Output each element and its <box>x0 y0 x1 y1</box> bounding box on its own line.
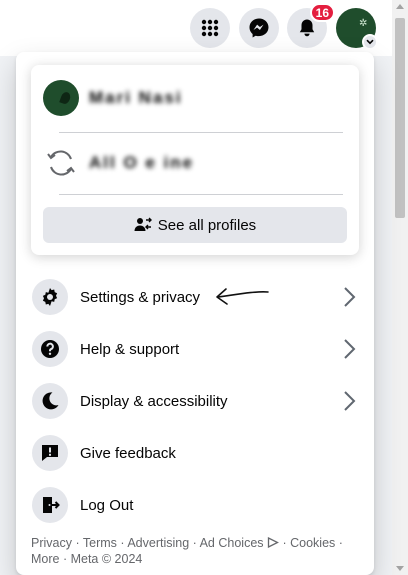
menu-item-help-support[interactable]: Help & support <box>24 325 366 373</box>
profiles-card: Mari Nasi All O e ine See all profiles <box>31 65 359 255</box>
gear-icon <box>32 279 68 315</box>
bell-icon <box>299 19 315 37</box>
profile-name: Mari Nasi <box>89 88 183 107</box>
scroll-down-arrow-icon[interactable] <box>396 566 404 571</box>
footer-link-privacy[interactable]: Privacy <box>31 536 72 550</box>
switch-profile-icon <box>43 145 79 181</box>
menu-item-label: Settings & privacy <box>80 288 201 306</box>
chevron-down-icon <box>362 34 378 50</box>
ad-choices-icon <box>267 536 279 549</box>
profile-name: All O e ine <box>89 153 195 172</box>
switch-profile-item[interactable]: All O e ine <box>43 139 347 187</box>
profile-avatar <box>43 80 79 116</box>
menu-item-display-accessibility[interactable]: Display & accessibility <box>24 377 366 425</box>
footer-link-more[interactable]: More <box>31 552 59 566</box>
logout-icon <box>32 487 68 523</box>
question-icon <box>32 331 68 367</box>
menu-item-label: Help & support <box>80 340 180 358</box>
footer-link-terms[interactable]: Terms <box>83 536 117 550</box>
profile-item[interactable]: Mari Nasi <box>43 74 347 122</box>
footer-link-ad-choices[interactable]: Ad Choices <box>200 536 264 550</box>
messenger-icon <box>249 18 269 38</box>
avatar-image: ✲ <box>359 18 368 29</box>
messenger-button[interactable] <box>239 8 279 48</box>
notifications-button[interactable]: 16 <box>287 3 335 48</box>
account-avatar-button[interactable]: ✲ <box>336 8 378 50</box>
menu-button[interactable] <box>190 8 230 48</box>
moon-icon <box>32 383 68 419</box>
chevron-right-icon <box>342 285 356 314</box>
annotation-arrow-icon <box>216 288 269 305</box>
chevron-right-icon <box>342 337 356 366</box>
footer-copyright: Meta © 2024 <box>70 552 143 566</box>
scroll-thumb[interactable] <box>395 18 405 218</box>
account-menu: Mari Nasi All O e ine See all profiles S… <box>16 52 374 575</box>
notification-count-badge: 16 <box>309 3 335 22</box>
menu-item-label: Give feedback <box>80 444 176 462</box>
menu-item-settings-privacy[interactable]: Settings & privacy <box>24 273 366 321</box>
page-scrollbar[interactable] <box>392 0 408 575</box>
footer-link-cookies[interactable]: Cookies <box>290 536 335 550</box>
menu-footer: Privacy · Terms · Advertising · Ad Choic… <box>31 536 343 566</box>
scroll-up-arrow-icon[interactable] <box>396 4 404 9</box>
profiles-switch-icon <box>134 217 152 233</box>
menu-item-label: Display & accessibility <box>80 392 228 410</box>
see-all-profiles-button[interactable]: See all profiles <box>43 207 347 243</box>
see-all-profiles-label: See all profiles <box>157 216 257 234</box>
grid-menu-icon <box>201 19 219 37</box>
divider <box>59 132 343 133</box>
menu-item-label: Log Out <box>80 496 134 514</box>
footer-link-advertising[interactable]: Advertising <box>127 536 189 550</box>
divider <box>59 194 343 195</box>
top-bar: 16 ✲ <box>0 0 392 56</box>
feedback-icon <box>32 435 68 471</box>
menu-item-give-feedback[interactable]: Give feedback <box>24 429 366 477</box>
menu-item-log-out[interactable]: Log Out <box>24 481 366 529</box>
chevron-right-icon <box>342 389 356 418</box>
